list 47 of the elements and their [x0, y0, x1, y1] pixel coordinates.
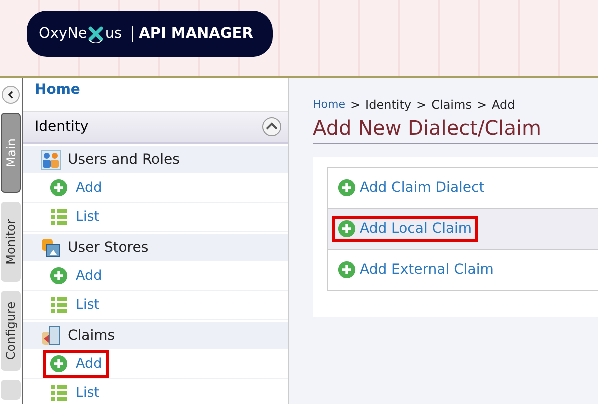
option-link[interactable]: Add Claim Dialect	[332, 175, 491, 201]
product-name: API MANAGER	[132, 26, 254, 42]
breadcrumb-separator: >	[350, 98, 361, 112]
section-title: Identity	[35, 119, 89, 135]
add-icon	[338, 261, 356, 279]
group-title: User Stores	[68, 240, 149, 256]
breadcrumb-item: Identity	[366, 98, 412, 112]
option-link[interactable]: Add Local Claim	[332, 216, 478, 242]
logo-text: us	[105, 26, 122, 42]
menu-link[interactable]: Add	[43, 262, 110, 290]
menu-link[interactable]: List	[43, 291, 107, 319]
list-icon	[50, 384, 68, 402]
menu-link[interactable]: List	[43, 203, 107, 231]
option-row[interactable]: Add External Claim	[328, 250, 598, 290]
menu-link[interactable]: List	[43, 379, 107, 404]
add-icon	[338, 179, 356, 197]
add-icon	[50, 355, 68, 373]
users-icon	[41, 150, 61, 170]
breadcrumb-item: Add	[492, 98, 516, 112]
option-link[interactable]: Add External Claim	[332, 257, 500, 283]
chevron-left-icon	[7, 91, 15, 99]
add-icon	[338, 220, 356, 238]
side-tab[interactable]: Main	[1, 113, 21, 193]
side-tab[interactable]: Monitor	[1, 202, 21, 282]
breadcrumb-item: Claims	[432, 98, 472, 112]
group-title: Users and Roles	[68, 152, 180, 168]
breadcrumb-item[interactable]: Home	[313, 98, 346, 112]
home-link[interactable]: Home	[35, 82, 80, 98]
collapse-button[interactable]	[2, 86, 20, 104]
group-title: Claims	[68, 328, 116, 344]
database-icon	[41, 238, 61, 258]
list-icon	[50, 296, 68, 314]
collapse-icon[interactable]	[262, 117, 282, 137]
breadcrumb-separator: >	[476, 98, 488, 112]
add-icon	[50, 179, 68, 197]
option-row[interactable]: Add Local Claim	[328, 209, 598, 250]
breadcrumb-separator: >	[416, 98, 427, 112]
x-logo-icon	[87, 25, 106, 43]
section-header[interactable]: Identity	[23, 112, 288, 144]
add-icon	[50, 267, 68, 285]
logo-text: OxyNe	[39, 26, 88, 42]
list-icon	[50, 208, 68, 226]
menu-link[interactable]: Add	[43, 174, 110, 202]
menu-link[interactable]: Add	[43, 350, 110, 378]
page-title: Add New Dialect/Claim	[313, 116, 598, 144]
side-tab[interactable]: Configure	[1, 291, 21, 371]
claims-icon	[41, 326, 61, 346]
